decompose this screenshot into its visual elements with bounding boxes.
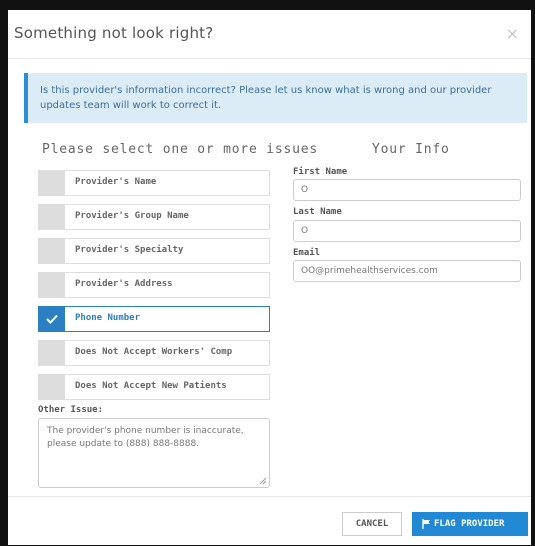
issue-option-new-patients[interactable]: Does Not Accept New Patients [38, 374, 270, 400]
dialog-header: Something not look right? × [8, 10, 531, 59]
issue-label: Does Not Accept Workers' Comp [75, 347, 233, 357]
your-info-heading: Your Info [372, 142, 450, 157]
resize-handle-icon[interactable] [259, 477, 267, 485]
dialog-title: Something not look right? [14, 24, 214, 42]
other-issue-label: Other Issue: [38, 405, 104, 415]
email-label: Email [293, 248, 321, 258]
checkbox[interactable] [39, 239, 65, 263]
issue-option-address[interactable]: Provider's Address [38, 272, 270, 298]
first-name-label: First Name [293, 167, 348, 177]
issue-label: Provider's Specialty [75, 245, 184, 255]
checkbox[interactable] [39, 341, 65, 365]
issue-option-group-name[interactable]: Provider's Group Name [38, 204, 270, 230]
issues-heading: Please select one or more issues [42, 142, 319, 157]
issue-option-provider-name[interactable]: Provider's Name [38, 170, 270, 196]
email-field[interactable]: OO@primehealthservices.com [293, 260, 521, 282]
dialog-footer: CANCEL FLAG PROVIDER [8, 496, 531, 546]
issue-label: Provider's Name [75, 177, 157, 187]
issue-option-specialty[interactable]: Provider's Specialty [38, 238, 270, 264]
checkbox[interactable] [39, 375, 65, 399]
checkbox[interactable] [39, 205, 65, 229]
checkbox[interactable] [39, 171, 65, 195]
close-icon[interactable]: × [506, 24, 519, 43]
last-name-field[interactable]: O [293, 220, 521, 242]
checkbox-checked[interactable] [39, 307, 65, 331]
flag-provider-label: FLAG PROVIDER [434, 519, 505, 529]
last-name-label: Last Name [293, 207, 342, 217]
flag-provider-button[interactable]: FLAG PROVIDER [412, 512, 528, 536]
cancel-button[interactable]: CANCEL [342, 512, 402, 536]
other-issue-textarea[interactable]: The provider's phone number is inaccurat… [38, 418, 270, 488]
issue-option-phone-number[interactable]: Phone Number [38, 306, 270, 332]
issue-label: Provider's Address [75, 279, 173, 289]
issue-label: Does Not Accept New Patients [75, 381, 227, 391]
issue-label: Provider's Group Name [75, 211, 189, 221]
info-banner: Is this provider's information incorrect… [24, 73, 527, 123]
flag-icon [422, 519, 430, 529]
checkmark-icon [46, 314, 58, 324]
checkbox[interactable] [39, 273, 65, 297]
issue-option-workers-comp[interactable]: Does Not Accept Workers' Comp [38, 340, 270, 366]
other-issue-text: The provider's phone number is inaccurat… [47, 426, 244, 449]
first-name-field[interactable]: O [293, 179, 521, 201]
issue-label: Phone Number [75, 313, 141, 323]
flag-provider-dialog: Something not look right? × Is this prov… [8, 10, 531, 545]
